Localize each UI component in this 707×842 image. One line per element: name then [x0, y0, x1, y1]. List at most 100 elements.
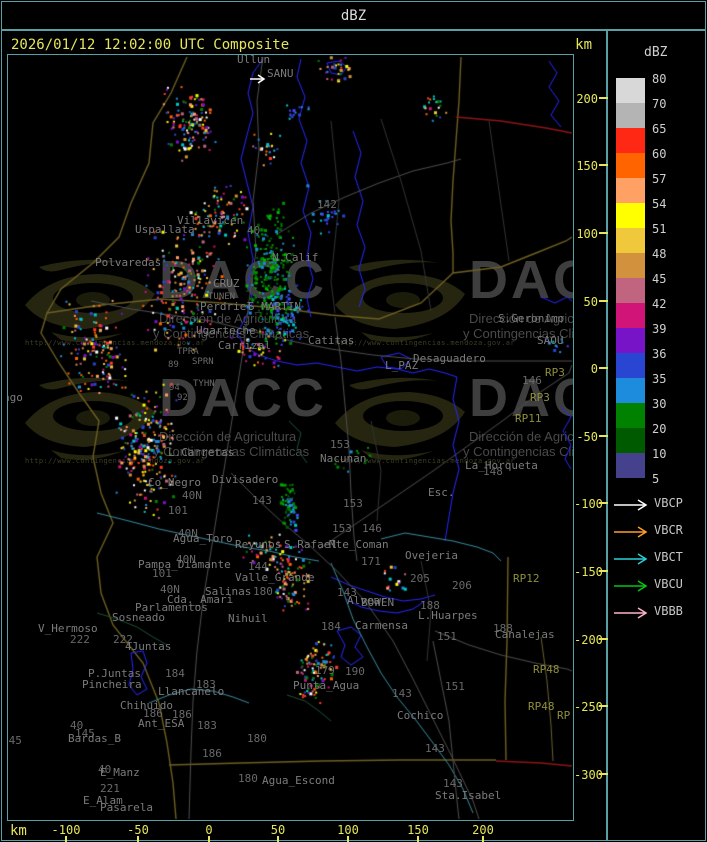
x-axis-unit: km	[10, 823, 27, 839]
x-tick-mark	[347, 836, 349, 842]
map-label: Punta_Agua	[293, 679, 360, 692]
scale-color-block	[616, 203, 645, 228]
map-label: 180	[247, 732, 267, 745]
window-title: dBZ	[340, 7, 367, 24]
map-label: Carmensa	[355, 619, 408, 632]
color-scale-panel: dBZ 80 70 65 60 57 54 51 48 45 42 39 36 35 30 20 10 5 VB…	[607, 30, 706, 841]
y-tick-mark	[599, 502, 608, 504]
map-label: 146	[362, 522, 382, 535]
map-label: Ant_ESA	[138, 717, 185, 730]
scale-color-block	[616, 353, 645, 378]
map-label: 143	[425, 742, 445, 755]
map-label: L_PAZ	[385, 359, 419, 372]
x-tick-mark	[137, 836, 139, 842]
map-label: SANU	[267, 67, 294, 80]
legend-label: VBCR	[654, 523, 683, 537]
map-label: 142	[317, 198, 337, 211]
y-tick-label: -250	[574, 700, 603, 714]
scale-color-block	[616, 328, 645, 353]
map-label: Carrizal	[218, 339, 271, 352]
y-tick-label: -300	[574, 768, 603, 782]
map-label: Cochico	[397, 709, 444, 722]
map-label: S_MARTIN	[248, 300, 301, 313]
y-tick-mark	[599, 705, 608, 707]
legend-label: VBBB	[654, 604, 683, 618]
scale-value-label: 57	[652, 172, 667, 186]
map-label: Ovejeria	[405, 549, 458, 562]
map-label: Polvaredas	[95, 256, 162, 269]
map-label: E_Manz	[100, 766, 140, 779]
map-label: 186	[202, 747, 222, 760]
legend-arrow-icon	[614, 553, 648, 565]
x-tick-label: -100	[51, 823, 81, 837]
composite-timestamp: 2026/01/12 12:02:00 UTC Composite	[11, 37, 290, 53]
map-label: CRUZ	[213, 277, 240, 290]
legend-row: VBBB	[613, 604, 683, 619]
map-label: ago	[8, 391, 23, 404]
y-tick-mark	[599, 638, 608, 640]
legend-row: VBCR	[613, 523, 683, 538]
scale-value-label: 36	[652, 347, 667, 361]
y-tick-mark	[599, 97, 608, 99]
map-label: Reyunos	[235, 538, 282, 551]
map-label: Catitas	[308, 334, 355, 347]
scale-color-block	[616, 153, 645, 178]
map-label: 92	[177, 393, 188, 403]
map-label: 148	[483, 465, 503, 478]
radar-map: DACC Dirección de Agricultura y Continge…	[7, 54, 574, 821]
y-tick-mark	[599, 570, 608, 572]
map-label: 94	[169, 383, 180, 393]
map-label: BOWEN	[361, 596, 395, 609]
y-tick-mark	[599, 232, 608, 234]
y-tick-label: -50	[576, 430, 598, 444]
scale-value-label: 10	[652, 447, 667, 461]
map-label: 179	[315, 664, 335, 677]
map-label: Agua_Toro	[173, 532, 233, 545]
x-tick-label: 150	[407, 823, 429, 837]
x-tick-mark	[65, 836, 67, 842]
legend-label: VBCU	[654, 577, 683, 591]
map-label: 143	[252, 494, 272, 507]
map-label: 184	[321, 620, 341, 633]
y-tick-label: -150	[574, 565, 603, 579]
legend-arrow-icon	[614, 499, 648, 511]
map-label: 89	[168, 360, 179, 370]
map-label: 153	[332, 522, 352, 535]
y-tick-label: 0	[590, 362, 598, 376]
scale-value-label: 45	[652, 272, 667, 286]
map-label: Ugarteche	[196, 324, 256, 337]
scale-value-label: 39	[652, 322, 667, 336]
map-label: 40	[247, 224, 261, 237]
scale-value-label: 65	[652, 122, 667, 136]
map-label: Nihuil	[228, 612, 268, 625]
x-tick-label: 200	[472, 823, 494, 837]
map-label: Pincheira	[82, 678, 142, 691]
map-label: L.Carretas	[168, 446, 235, 459]
y-tick-mark	[599, 435, 608, 437]
map-label: Uspallata	[135, 223, 195, 236]
scale-color-block	[616, 103, 645, 128]
x-tick-label: 50	[270, 823, 286, 837]
radar-app-window: dBZ 2026/01/12 12:02:00 UTC Composite km…	[0, 0, 707, 842]
scale-value-label: 80	[652, 72, 667, 86]
map-label: 143	[443, 777, 463, 790]
map-label: 221	[100, 782, 120, 795]
map-label: Sta.Isabel	[435, 789, 502, 802]
legend-row: VBCU	[613, 577, 683, 592]
scale-color-block	[616, 428, 645, 453]
map-label: 145	[8, 734, 22, 747]
legend-label: VBCT	[654, 550, 683, 564]
y-tick-label: 50	[583, 295, 598, 309]
scale-value-label: 42	[652, 297, 667, 311]
x-tick-label: -50	[127, 823, 149, 837]
map-label: RP3	[530, 391, 550, 404]
map-label: 183	[197, 719, 217, 732]
radar-map-canvas	[8, 55, 573, 820]
scale-value-label: 48	[652, 247, 667, 261]
x-tick-mark	[208, 836, 210, 842]
legend-label: VBCP	[654, 496, 683, 510]
map-label: Valle_Grande	[235, 571, 315, 584]
x-tick-label: 100	[337, 823, 359, 837]
map-label: 151	[437, 630, 457, 643]
map-label: 153	[343, 497, 363, 510]
